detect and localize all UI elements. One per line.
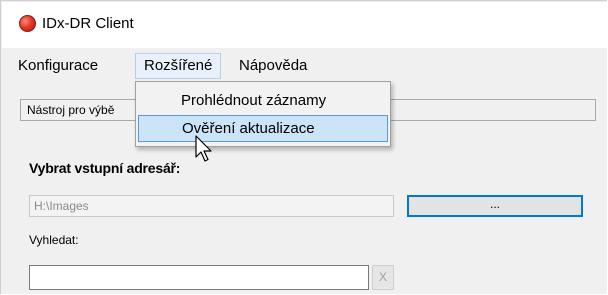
app-window: IDx-DR Client Konfigurace Rozšířené Nápo… <box>0 0 607 294</box>
app-logo-icon <box>19 15 36 32</box>
title-bar: IDx-DR Client <box>2 2 607 48</box>
rozsirene-dropdown-menu: Prohlédnout záznamy Ověření aktualizace <box>135 81 391 147</box>
window-title: IDx-DR Client <box>42 15 134 32</box>
menu-bar: Konfigurace Rozšířené Nápověda <box>2 48 607 84</box>
tool-strip-label: Nástroj pro výbě <box>27 103 115 117</box>
clear-search-button[interactable]: X <box>372 265 394 290</box>
menu-rozsirene[interactable]: Rozšířené <box>135 53 222 79</box>
browse-button[interactable]: ... <box>407 195 583 217</box>
search-input[interactable] <box>29 265 369 290</box>
menu-item-overeni-aktualizace[interactable]: Ověření aktualizace <box>138 115 388 142</box>
search-label: Vyhledat: <box>29 233 79 247</box>
menu-konfigurace[interactable]: Konfigurace <box>10 53 106 79</box>
input-directory-label: Vybrat vstupní adresář: <box>29 160 181 176</box>
mouse-pointer-icon <box>195 135 212 162</box>
input-directory-field[interactable]: H:\Images <box>29 195 394 217</box>
menu-napoveda[interactable]: Nápověda <box>231 53 315 79</box>
menu-item-prohlednout-zaznamy[interactable]: Prohlédnout záznamy <box>138 87 388 114</box>
